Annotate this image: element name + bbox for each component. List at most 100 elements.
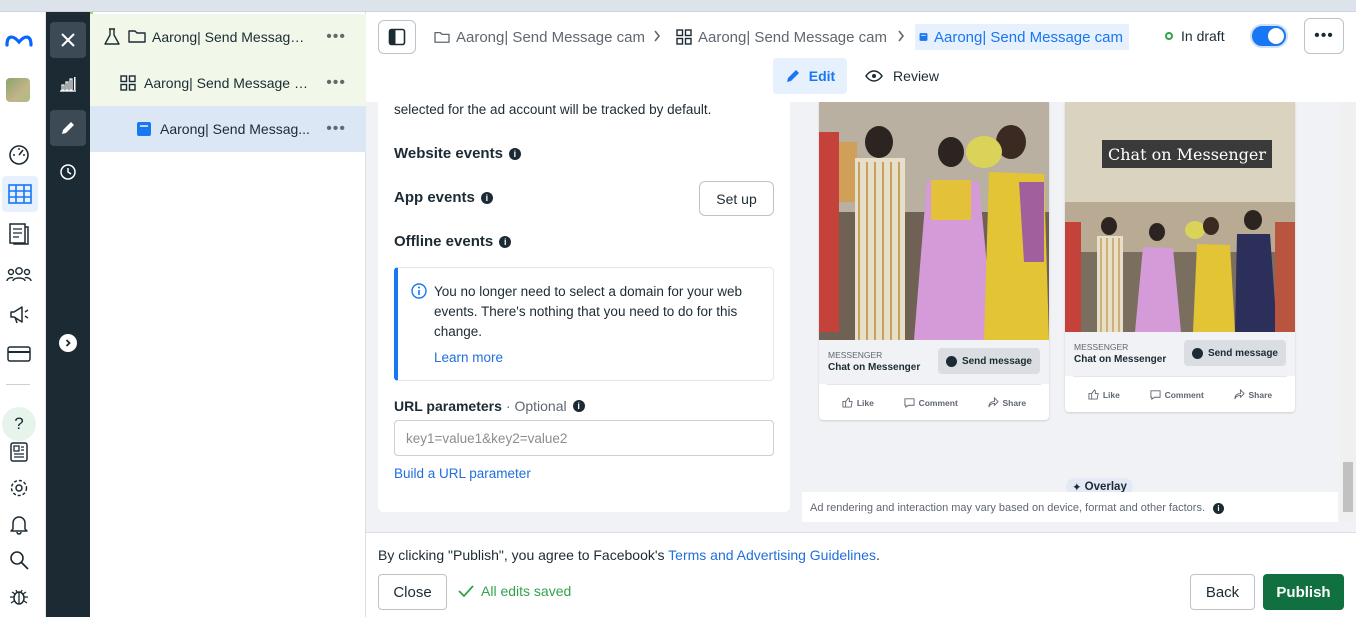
audiences-icon[interactable] [5,260,33,288]
like-action[interactable]: Like [1088,389,1120,400]
messenger-icon [945,355,957,367]
edit-pencil-icon [786,70,799,82]
flask-icon [104,28,120,49]
like-action[interactable]: Like [842,397,874,408]
url-parameters-input[interactable] [394,420,774,456]
tab-review[interactable]: Review [862,58,942,94]
breadcrumb-adset[interactable]: Aarong| Send Message cam [676,24,888,50]
tree-item-more-icon[interactable]: ••• [326,120,346,138]
expand-chevron-icon[interactable] [59,334,77,352]
history-clock-icon[interactable] [50,154,86,190]
ad-source-label: MESSENGER [1074,342,1129,352]
build-url-parameter-link[interactable]: Build a URL parameter [394,466,531,481]
info-icon[interactable]: i [1213,502,1224,514]
news-icon[interactable] [5,438,33,466]
info-icon[interactable]: i [499,235,512,248]
ad-icon [919,33,928,41]
comment-icon [904,398,915,408]
campaign-tree-panel: Aarong| Send Message ... ••• Aarong| Sen… [90,12,366,617]
setup-button[interactable]: Set up [699,181,774,216]
website-events-label: Website events [394,145,503,162]
preview-canvas: MESSENGER Chat on Messenger Send message… [802,102,1338,492]
reaction-bar: Like Comment Share [827,384,1041,420]
app-events-label: App events [394,189,475,206]
status-label: In draft [1181,28,1225,44]
offline-events-label: Offline events [394,233,494,250]
tab-edit[interactable]: Edit [773,58,847,94]
url-parameters-heading: URL parameters · Optional i [394,398,585,414]
app-events-heading: App events i [394,189,493,206]
on-off-toggle[interactable] [1250,24,1288,48]
share-label: Share [1002,397,1027,408]
info-icon[interactable]: i [508,147,521,160]
ad-preview-card[interactable]: MESSENGER Chat on Messenger Send message… [819,102,1049,420]
ad-icon [136,121,152,140]
account-avatar[interactable] [6,78,30,102]
share-action[interactable]: Share [987,397,1027,408]
send-message-label: Send message [961,355,1032,367]
breadcrumb-ad-label: Aarong| Send Message cam [933,28,1123,46]
send-message-button[interactable]: Send message [1183,340,1286,366]
info-icon[interactable]: i [572,400,585,412]
search-icon[interactable] [5,546,33,574]
megaphone-icon[interactable] [5,300,33,328]
comment-icon [1150,390,1161,400]
learn-more-link[interactable]: Learn more [434,350,503,365]
reporting-chart-icon[interactable] [50,66,86,102]
notifications-bell-icon[interactable] [5,510,33,538]
draft-status: In draft [1165,28,1225,44]
agreement-text: By clicking "Publish", you agree to Face… [378,547,669,563]
ad-creative-image [819,102,1049,340]
tree-item-more-icon[interactable]: ••• [326,28,346,46]
back-button[interactable]: Back [1190,574,1255,610]
sidebar-toggle-icon [388,28,406,46]
global-nav-rail: ? [0,12,46,617]
help-icon[interactable]: ? [2,407,36,441]
overlay-label: Overlay [1084,481,1127,492]
info-icon[interactable]: i [480,191,493,204]
billing-card-icon[interactable] [5,340,33,368]
like-icon [842,397,853,408]
comment-action[interactable]: Comment [904,397,958,408]
ad-source-label: MESSENGER [828,350,883,360]
folder-icon [128,28,146,47]
meta-logo-icon[interactable] [4,32,34,48]
tree-item-adset[interactable]: Aarong| Send Message c... ••• [90,60,366,106]
like-label: Like [856,397,874,408]
breadcrumb-ad[interactable]: Aarong| Send Message cam [915,24,1129,50]
scrollbar-thumb[interactable] [1343,462,1353,512]
dashboard-icon[interactable] [5,140,33,168]
tree-item-label: Aarong| Send Message ... [152,29,312,45]
share-action[interactable]: Share [1233,389,1272,400]
close-editor-icon[interactable] [50,22,86,58]
ad-preview-card[interactable]: Chat on Messenger MESSENGER Chat on Mess… [1065,102,1295,412]
overlay-button[interactable]: ✦ Overlay [1066,478,1133,492]
ad-creative-banner: Chat on Messenger [1065,102,1295,202]
comment-action[interactable]: Comment [1150,389,1204,400]
share-icon [987,397,999,408]
editor-header: Aarong| Send Message cam Aarong| Send Me… [366,12,1356,102]
tree-item-ad[interactable]: Aarong| Send Messag... ••• [90,106,366,152]
breadcrumb-campaign[interactable]: Aarong| Send Message cam [434,24,646,50]
ad-headline: Chat on Messenger [1074,354,1167,365]
agreement-suffix: . [875,547,880,563]
terms-link[interactable]: Terms and Advertising Guidelines [668,547,876,563]
close-button[interactable]: Close [378,574,447,610]
messenger-icon [1191,347,1203,359]
url-parameters-label: URL parameters [394,398,502,414]
bug-report-icon[interactable] [5,582,33,610]
tree-item-campaign[interactable]: Aarong| Send Message ... ••• [90,14,366,60]
reaction-bar: Like Comment Share [1073,376,1287,412]
settings-gear-icon[interactable] [5,474,33,502]
pages-icon[interactable] [5,220,33,248]
toggle-panel-button[interactable] [378,20,416,54]
more-options-button[interactable]: ••• [1304,18,1344,54]
publish-button[interactable]: Publish [1263,574,1344,610]
preview-scrollbar[interactable] [1340,102,1356,522]
edit-pencil-icon[interactable] [50,110,86,146]
tree-item-more-icon[interactable]: ••• [326,74,346,92]
like-label: Like [1102,389,1120,400]
ads-manager-table-icon[interactable] [2,176,38,212]
checkmark-icon [458,585,474,598]
send-message-button[interactable]: Send message [937,348,1040,374]
